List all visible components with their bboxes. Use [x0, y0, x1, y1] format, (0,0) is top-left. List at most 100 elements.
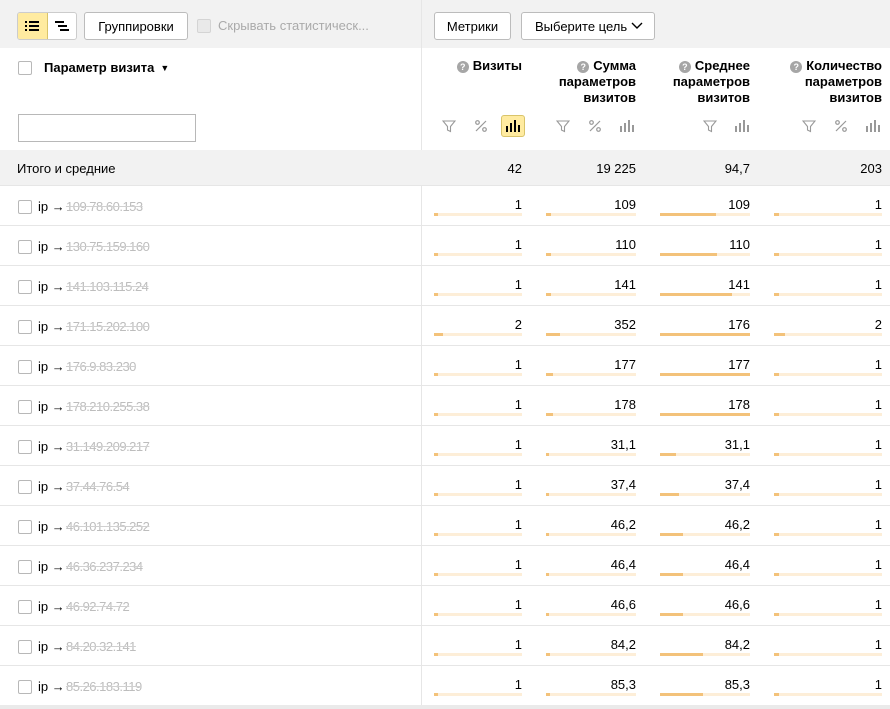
table-row[interactable]: ip → 178.210.255.38 1 178 178 1	[0, 386, 890, 426]
cell-count-params: 1	[874, 357, 882, 372]
row-param-prefix[interactable]: ip →	[38, 279, 65, 294]
table-row[interactable]: ip → 85.26.183.119 1 85,3 85,3 1	[0, 666, 890, 706]
cell-count-params: 2	[874, 317, 882, 332]
cell-sum-params: 46,4	[610, 557, 636, 572]
table-row[interactable]: ip → 84.20.32.141 1 84,2 84,2 1	[0, 626, 890, 666]
cell-count-params: 1	[874, 237, 882, 252]
cell-visits: 1	[514, 437, 522, 452]
table-row[interactable]: ip → 46.36.237.234 1 46,4 46,4 1	[0, 546, 890, 586]
help-icon[interactable]: ?	[456, 61, 469, 73]
row-param-prefix[interactable]: ip →	[38, 199, 65, 214]
percent-icon[interactable]	[469, 115, 493, 137]
param-filter-input[interactable]	[18, 114, 196, 142]
cell-bar-track	[660, 333, 750, 336]
cell-count-params: 1	[874, 517, 882, 532]
row-param-prefix[interactable]: ip →	[38, 599, 65, 614]
help-icon[interactable]: ?	[577, 61, 590, 73]
column-header-count-params[interactable]: ? Количество параметров визитов	[790, 58, 882, 106]
row-checkbox[interactable]	[18, 480, 32, 494]
table-row[interactable]: ip → 46.92.74.72 1 46,6 46,6 1	[0, 586, 890, 626]
cell-bar-track	[774, 373, 882, 376]
row-ip-value: 46.36.237.234	[66, 559, 143, 574]
table-row[interactable]: ip → 141.103.115.24 1 141 141 1	[0, 266, 890, 306]
row-checkbox[interactable]	[18, 240, 32, 254]
row-param-prefix[interactable]: ip →	[38, 439, 65, 454]
row-checkbox[interactable]	[18, 400, 32, 414]
row-checkbox[interactable]	[18, 520, 32, 534]
sort-desc-icon[interactable]: ▼	[160, 63, 169, 73]
bar-chart-icon[interactable]	[615, 115, 639, 137]
row-checkbox[interactable]	[18, 600, 32, 614]
hide-stat-checkbox[interactable]: Скрывать статистическ...	[197, 18, 369, 33]
row-param-prefix[interactable]: ip →	[38, 239, 65, 254]
percent-icon[interactable]	[829, 115, 853, 137]
cell-visits: 1	[514, 637, 522, 652]
table-row[interactable]: ip → 130.75.159.160 1 110 110 1	[0, 226, 890, 266]
table-row[interactable]: ip → 176.9.83.230 1 177 177 1	[0, 346, 890, 386]
cell-bar-track	[546, 453, 636, 456]
cell-bar-track	[774, 333, 882, 336]
row-checkbox[interactable]	[18, 560, 32, 574]
goal-select[interactable]: Выберите цель	[521, 12, 655, 40]
row-checkbox[interactable]	[18, 680, 32, 694]
cell-sum-params: 177	[614, 357, 636, 372]
column-header-visits[interactable]: ? Визиты	[456, 58, 522, 74]
cell-count-params: 1	[874, 197, 882, 212]
cell-bar-fill	[434, 693, 438, 696]
cell-bar-track	[774, 253, 882, 256]
row-param-prefix[interactable]: ip →	[38, 399, 65, 414]
table-row[interactable]: ip → 109.78.60.153 1 109 109 1	[0, 186, 890, 226]
filter-icon[interactable]	[797, 115, 821, 137]
tree-view-button[interactable]	[48, 13, 77, 39]
cell-sum-params: 46,2	[610, 517, 636, 532]
row-param-prefix[interactable]: ip →	[38, 559, 65, 574]
row-param-prefix[interactable]: ip →	[38, 319, 65, 334]
row-param-prefix[interactable]: ip →	[38, 479, 65, 494]
column-header-avg-params[interactable]: ? Среднее параметров визитов	[673, 58, 750, 106]
column-header-sum-params[interactable]: ? Сумма параметров визитов	[559, 58, 636, 106]
cell-sum-params: 85,3	[610, 677, 636, 692]
filter-icon[interactable]	[698, 115, 722, 137]
filter-icon[interactable]	[437, 115, 461, 137]
table-row[interactable]: ip → 46.101.135.252 1 46,2 46,2 1	[0, 506, 890, 546]
cell-visits: 1	[514, 357, 522, 372]
row-checkbox[interactable]	[18, 200, 32, 214]
help-icon[interactable]: ?	[790, 61, 803, 73]
cell-bar-fill	[660, 693, 703, 696]
cell-bar-track	[660, 453, 750, 456]
table-bottom-border	[0, 705, 890, 709]
list-view-button[interactable]	[18, 13, 48, 39]
filter-icon[interactable]	[551, 115, 575, 137]
param-header-label[interactable]: Параметр визита	[44, 60, 154, 75]
bar-chart-icon[interactable]	[730, 115, 754, 137]
row-checkbox[interactable]	[18, 360, 32, 374]
cell-bar-track	[434, 253, 522, 256]
row-param-prefix[interactable]: ip →	[38, 359, 65, 374]
percent-icon[interactable]	[583, 115, 607, 137]
cell-bar-fill	[660, 373, 750, 376]
cell-bar-fill	[660, 453, 676, 456]
row-checkbox[interactable]	[18, 440, 32, 454]
hide-stat-checkbox-box[interactable]	[197, 18, 211, 33]
row-checkbox[interactable]	[18, 640, 32, 654]
select-all-checkbox[interactable]	[18, 60, 32, 75]
metrics-button[interactable]: Метрики	[434, 12, 511, 40]
help-icon[interactable]: ?	[678, 61, 691, 73]
cell-bar-track	[660, 293, 750, 296]
cell-count-params: 1	[874, 677, 882, 692]
row-checkbox[interactable]	[18, 280, 32, 294]
cell-bar-track	[774, 293, 882, 296]
bar-chart-icon[interactable]	[861, 115, 885, 137]
cell-bar-track	[774, 453, 882, 456]
groupings-button[interactable]: Группировки	[84, 12, 188, 40]
row-param-prefix[interactable]: ip →	[38, 519, 65, 534]
table-row[interactable]: ip → 37.44.76.54 1 37,4 37,4 1	[0, 466, 890, 506]
cell-bar-track	[546, 653, 636, 656]
row-checkbox[interactable]	[18, 320, 32, 334]
table-row[interactable]: ip → 171.15.202.100 2 352 176 2	[0, 306, 890, 346]
row-param-prefix[interactable]: ip →	[38, 639, 65, 654]
table-row[interactable]: ip → 31.149.209.217 1 31,1 31,1 1	[0, 426, 890, 466]
row-param-prefix[interactable]: ip →	[38, 679, 65, 694]
cell-bar-track	[546, 293, 636, 296]
bar-chart-icon-active[interactable]	[501, 115, 525, 137]
